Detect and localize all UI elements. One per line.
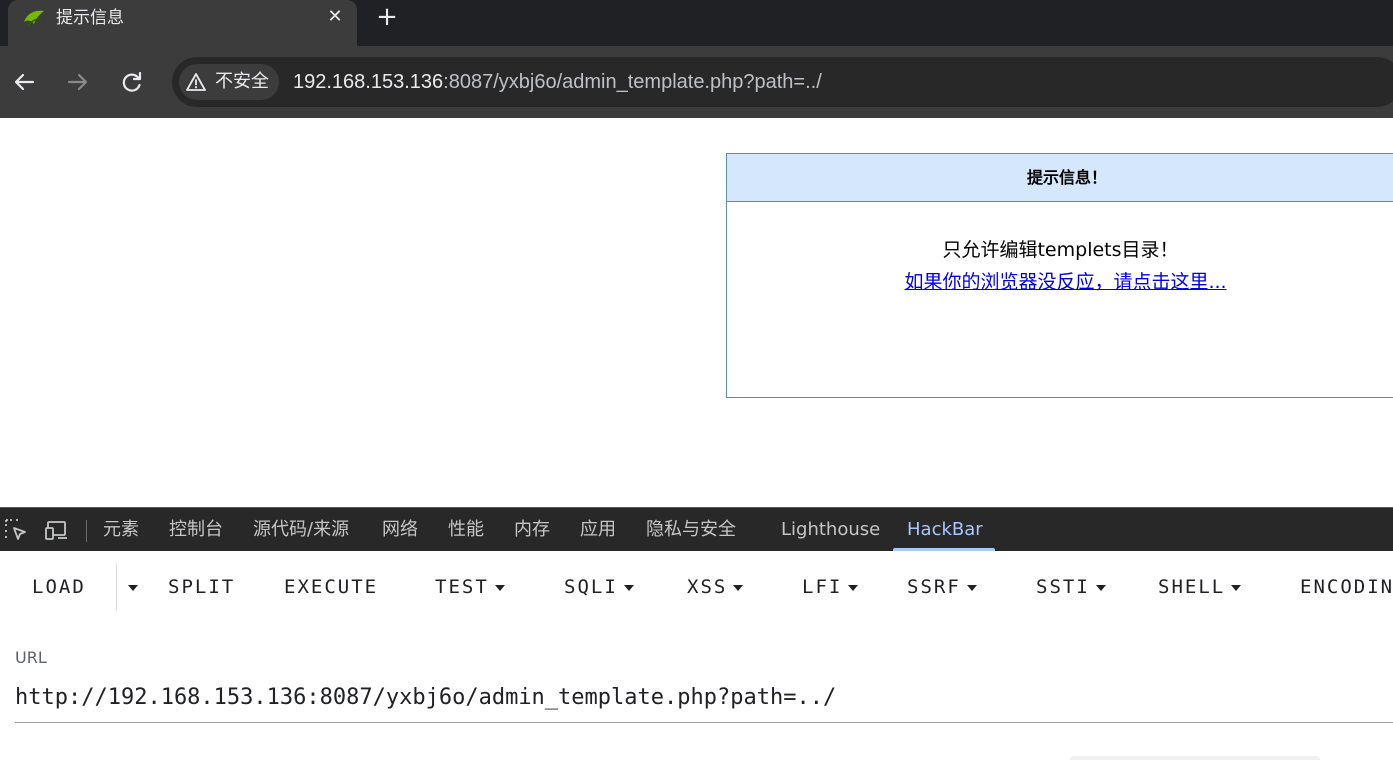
devtools-tab-bar: 元素 控制台 源代码/来源 网络 性能 内存 应用 隐私与安全 Lighthou… (0, 507, 1393, 552)
chevron-down-icon (1231, 584, 1242, 591)
encoding-menu-button[interactable]: ENCODING (1300, 565, 1393, 609)
ssti-menu-button[interactable]: SSTI (1036, 565, 1106, 609)
forward-arrow-icon[interactable] (62, 66, 94, 98)
warning-icon (186, 73, 206, 91)
load-dropdown-button[interactable] (122, 565, 138, 609)
devtools-tab-console[interactable]: 控制台 (169, 508, 223, 552)
test-label: TEST (435, 576, 489, 598)
devtools-tab-network[interactable]: 网络 (382, 508, 418, 552)
security-label: 不安全 (215, 71, 269, 92)
browser-tab[interactable]: 提示信息 ✕ (8, 0, 357, 46)
chevron-down-icon (128, 584, 138, 591)
back-arrow-icon[interactable] (8, 66, 40, 98)
device-toolbar-icon[interactable] (44, 517, 70, 543)
devtools-tab-privacy-security[interactable]: 隐私与安全 (646, 508, 736, 552)
test-menu-button[interactable]: TEST (435, 565, 505, 609)
chevron-down-icon (623, 584, 634, 591)
url-path: :8087/yxbj6o/admin_template.php?path=../ (443, 71, 822, 93)
chevron-down-icon (848, 584, 859, 591)
inspect-element-icon[interactable] (3, 517, 29, 543)
address-bar[interactable]: 不安全 192.168.153.136:8087/yxbj6o/admin_te… (172, 57, 1393, 107)
reload-icon[interactable] (116, 66, 148, 98)
sqli-label: SQLI (564, 576, 618, 598)
shell-label: SHELL (1158, 576, 1226, 598)
chevron-down-icon (966, 584, 977, 591)
sqli-menu-button[interactable]: SQLI (564, 565, 634, 609)
split-button[interactable]: SPLIT (168, 565, 235, 609)
chevron-down-icon (733, 584, 744, 591)
lfi-label: LFI (802, 576, 843, 598)
tab-title: 提示信息 (56, 8, 124, 28)
devtools-tab-sources[interactable]: 源代码/来源 (253, 508, 349, 552)
lfi-menu-button[interactable]: LFI (802, 565, 859, 609)
devtools-tab-performance[interactable]: 性能 (448, 508, 484, 552)
url-host: 192.168.153.136 (293, 71, 444, 93)
chevron-down-icon (494, 584, 505, 591)
browser-toolbar: 不安全 192.168.153.136:8087/yxbj6o/admin_te… (0, 46, 1393, 118)
devtools-tab-elements[interactable]: 元素 (103, 508, 139, 552)
url-text[interactable]: 192.168.153.136:8087/yxbj6o/admin_templa… (293, 69, 822, 95)
devtools-tab-application[interactable]: 应用 (580, 508, 616, 552)
devtools-tab-hackbar[interactable]: HackBar (907, 508, 983, 552)
hackbar-toolbar: LOAD SPLIT EXECUTE TEST SQLI XSS LFI SSR… (0, 551, 1393, 623)
url-field-label: URL (15, 648, 47, 667)
message-box: 提示信息！ 只允许编辑templets目录！ 如果你的浏览器没反应，请点击这里.… (726, 153, 1393, 398)
tab-close-icon[interactable]: ✕ (324, 6, 346, 28)
ssrf-label: SSRF (907, 576, 961, 598)
redirect-link[interactable]: 如果你的浏览器没反应，请点击这里... (727, 270, 1393, 294)
scroll-edge (1070, 756, 1320, 760)
execute-button[interactable]: EXECUTE (284, 565, 378, 609)
devtools-tab-lighthouse[interactable]: Lighthouse (781, 508, 880, 552)
tab-strip: 提示信息 ✕ + (0, 0, 1393, 46)
xss-label: XSS (687, 576, 728, 598)
leaf-icon (24, 10, 44, 27)
security-chip[interactable]: 不安全 (179, 64, 279, 100)
xss-menu-button[interactable]: XSS (687, 565, 744, 609)
load-separator (116, 563, 117, 611)
devtools-tab-memory[interactable]: 内存 (514, 508, 550, 552)
shell-menu-button[interactable]: SHELL (1158, 565, 1242, 609)
ssrf-menu-button[interactable]: SSRF (907, 565, 977, 609)
load-button[interactable]: LOAD (32, 565, 86, 609)
devtools-separator (86, 520, 87, 542)
url-field[interactable]: http://192.168.153.136:8087/yxbj6o/admin… (15, 682, 1393, 723)
ssti-label: SSTI (1036, 576, 1090, 598)
new-tab-icon[interactable]: + (374, 4, 400, 30)
message-box-title: 提示信息！ (727, 154, 1393, 202)
message-text: 只允许编辑templets目录！ (942, 239, 1179, 261)
message-box-body: 只允许编辑templets目录！ 如果你的浏览器没反应，请点击这里... (727, 202, 1393, 397)
chevron-down-icon (1095, 584, 1106, 591)
